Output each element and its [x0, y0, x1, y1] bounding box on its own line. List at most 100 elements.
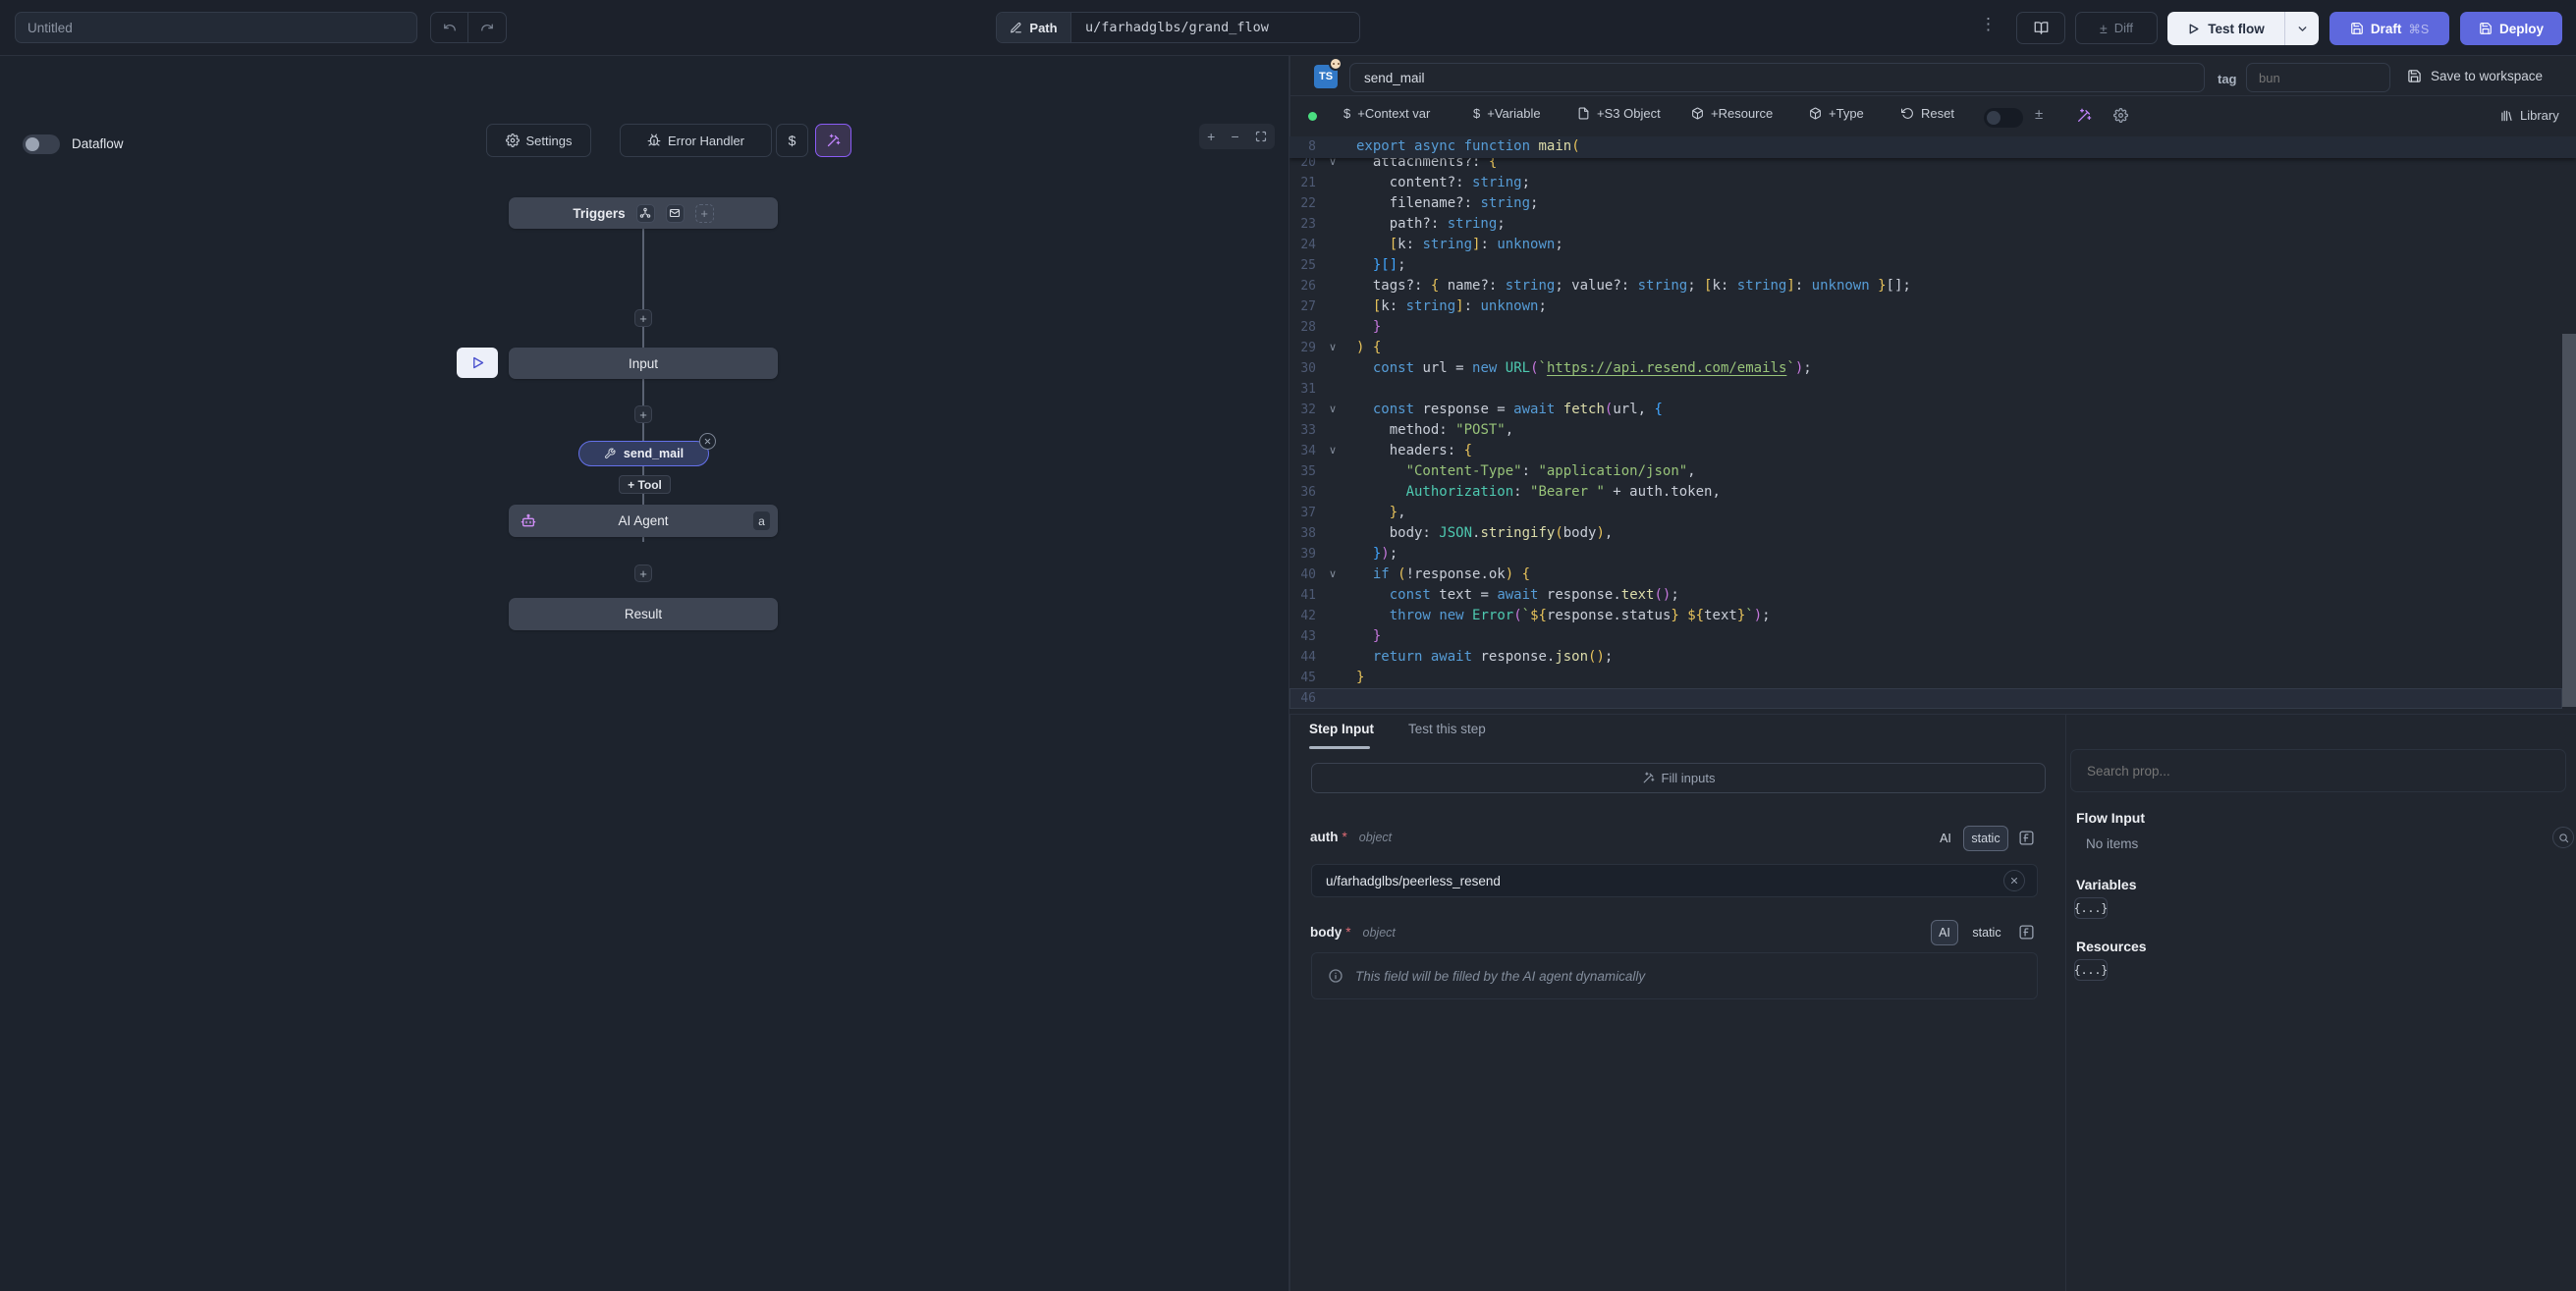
code-line[interactable]: 44 return await response.json();	[1289, 647, 2562, 668]
code-line[interactable]: 36 Authorization: "Bearer " + auth.token…	[1289, 482, 2562, 503]
body-ai-toggle[interactable]: AI	[1931, 920, 1958, 945]
resources-object-chip[interactable]: {...}	[2074, 959, 2108, 981]
settings-button[interactable]: Settings	[486, 124, 591, 157]
flow-node-input[interactable]: Input	[509, 348, 778, 379]
auth-clear-button[interactable]	[2003, 870, 2025, 891]
ai-wand-button[interactable]	[2076, 108, 2092, 124]
cache-button[interactable]: $	[776, 124, 808, 157]
flow-summary-input[interactable]	[15, 12, 417, 43]
prop-picker-search-button[interactable]	[2552, 827, 2574, 848]
ai-assistant-button[interactable]	[815, 124, 851, 157]
zoom-in-button[interactable]: +	[1207, 129, 1215, 144]
code-line[interactable]: 42 throw new Error(`${response.status} $…	[1289, 606, 2562, 626]
add-tool-button[interactable]: + Tool	[619, 475, 671, 494]
auth-expr-button[interactable]	[2018, 830, 2035, 846]
deploy-button[interactable]: Deploy	[2460, 12, 2562, 45]
path-chip[interactable]: Path u/farhadglbs/grand_flow	[996, 12, 1360, 43]
add-type-button[interactable]: +Type	[1809, 106, 1864, 121]
code-line[interactable]: 45}	[1289, 668, 2562, 688]
tag-input[interactable]	[2246, 63, 2390, 92]
code-line[interactable]: 39 });	[1289, 544, 2562, 565]
fold-arrow-icon[interactable]: ∨	[1325, 338, 1341, 358]
code-line[interactable]: 43 }	[1289, 626, 2562, 647]
save-to-workspace-button[interactable]: Save to workspace	[2407, 69, 2543, 83]
code-line[interactable]: 35 "Content-Type": "application/json",	[1289, 461, 2562, 482]
code-line[interactable]: 25 }[];	[1289, 255, 2562, 276]
diff-button[interactable]: ± Diff	[2075, 12, 2158, 44]
zoom-out-button[interactable]: −	[1231, 129, 1238, 144]
code-line[interactable]: 38 body: JSON.stringify(body),	[1289, 523, 2562, 544]
diff-mode-toggle[interactable]	[1984, 108, 2023, 128]
code-line[interactable]: 21 content?: string;	[1289, 173, 2562, 193]
diff-editor-button[interactable]: ±	[2035, 106, 2043, 123]
body-expr-button[interactable]	[2018, 924, 2035, 941]
step-name-input[interactable]	[1349, 63, 2205, 92]
code-line[interactable]: 33 method: "POST",	[1289, 420, 2562, 441]
flow-node-send-mail[interactable]: send_mail	[578, 441, 709, 466]
auth-static-toggle[interactable]: static	[1963, 826, 2008, 851]
prop-search-input[interactable]	[2071, 764, 2565, 779]
tab-step-input[interactable]: Step Input	[1309, 722, 1374, 736]
auth-ai-toggle[interactable]: AI	[1933, 826, 1958, 851]
variables-object-chip[interactable]: {...}	[2074, 897, 2108, 919]
code-line[interactable]: 29∨) {	[1289, 338, 2562, 358]
editor-scrollbar[interactable]	[2562, 334, 2576, 707]
reset-button[interactable]: Reset	[1901, 106, 1954, 121]
flow-node-result[interactable]: Result	[509, 598, 778, 630]
props-divider[interactable]	[2065, 715, 2066, 1291]
code-token	[1422, 649, 1430, 665]
code-line[interactable]: 46	[1289, 688, 2562, 709]
email-trigger-button[interactable]	[666, 204, 685, 223]
code-line[interactable]: 23 path?: string;	[1289, 214, 2562, 235]
docs-button[interactable]	[2016, 12, 2065, 44]
dataflow-toggle[interactable]	[23, 134, 60, 154]
redo-button[interactable]	[468, 13, 506, 42]
more-menu-button[interactable]: ⋮	[1980, 15, 1998, 34]
tab-test-this-step[interactable]: Test this step	[1408, 722, 1486, 736]
add-variable-button[interactable]: $ +Variable	[1473, 106, 1541, 121]
fold-arrow-icon[interactable]: ∨	[1325, 441, 1341, 461]
fold-arrow-icon[interactable]: ∨	[1325, 400, 1341, 420]
sticky-code-line[interactable]: 8export async function main(	[1289, 136, 2576, 158]
code-line[interactable]: 40∨ if (!response.ok) {	[1289, 565, 2562, 585]
insert-step-button-3[interactable]: +	[634, 565, 652, 582]
code-line[interactable]: 24 [k: string]: unknown;	[1289, 235, 2562, 255]
webhook-trigger-button[interactable]	[636, 204, 655, 223]
code-line[interactable]: 32∨ const response = await fetch(url, {	[1289, 400, 2562, 420]
flow-node-triggers[interactable]: Triggers +	[509, 197, 778, 229]
add-s3-object-button[interactable]: +S3 Object	[1577, 106, 1661, 121]
remove-tool-button[interactable]	[699, 433, 716, 450]
code-line[interactable]: 30 const url = new URL(`https://api.rese…	[1289, 358, 2562, 379]
code-line[interactable]: 27 [k: string]: unknown;	[1289, 296, 2562, 317]
code-editor[interactable]: 20∨ attachments?: {21 content?: string;2…	[1289, 136, 2576, 715]
body-static-toggle[interactable]: static	[1965, 920, 2008, 945]
fill-inputs-button[interactable]: Fill inputs	[1311, 763, 2046, 793]
code-token: response.	[1472, 649, 1555, 665]
fold-arrow-icon[interactable]: ∨	[1325, 565, 1341, 585]
code-line[interactable]: 37 },	[1289, 503, 2562, 523]
flow-node-ai-agent[interactable]: AI Agent a	[509, 505, 778, 537]
undo-button[interactable]	[431, 13, 468, 42]
fit-view-button[interactable]	[1255, 131, 1267, 142]
error-handler-button[interactable]: Error Handler	[620, 124, 772, 157]
add-resource-button[interactable]: +Resource	[1691, 106, 1773, 121]
insert-step-button-2[interactable]: +	[634, 405, 652, 423]
code-line[interactable]: 26 tags?: { name?: string; value?: strin…	[1289, 276, 2562, 296]
wand-icon	[1642, 772, 1655, 784]
add-trigger-button[interactable]: +	[695, 204, 714, 223]
auth-value-input[interactable]: u/farhadglbs/peerless_resend	[1311, 864, 2038, 897]
code-text: method: "POST",	[1356, 420, 1513, 441]
insert-step-button-1[interactable]: +	[634, 309, 652, 327]
draft-button[interactable]: Draft ⌘S	[2329, 12, 2449, 45]
run-from-input-button[interactable]	[457, 348, 498, 378]
code-line[interactable]: 22 filename?: string;	[1289, 193, 2562, 214]
code-line[interactable]: 31	[1289, 379, 2562, 400]
test-flow-button[interactable]: Test flow	[2167, 12, 2284, 45]
test-flow-dropdown[interactable]	[2284, 12, 2319, 45]
code-line[interactable]: 41 const text = await response.text();	[1289, 585, 2562, 606]
editor-settings-button[interactable]	[2113, 108, 2128, 123]
code-line[interactable]: 28 }	[1289, 317, 2562, 338]
code-line[interactable]: 34∨ headers: {	[1289, 441, 2562, 461]
library-button[interactable]: Library	[2499, 108, 2559, 123]
add-context-var-button[interactable]: $ +Context var	[1343, 106, 1430, 121]
